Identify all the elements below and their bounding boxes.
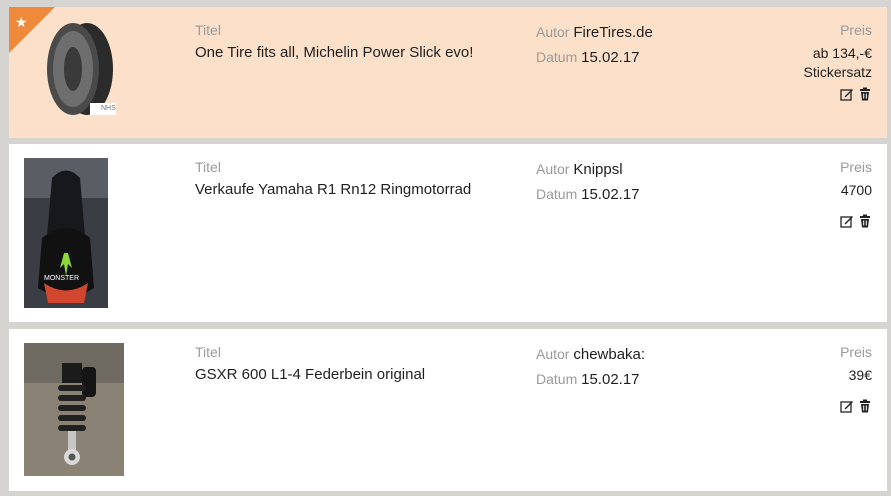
star-icon: ★ <box>15 14 28 30</box>
price-line: ab 134,-€ <box>812 45 872 61</box>
listing-image-tire[interactable]: NHS <box>35 19 125 119</box>
price-value: 4700 <box>841 181 872 200</box>
author-name[interactable]: chewbaka: <box>573 346 645 363</box>
listing-card[interactable]: MONSTER Titel Verkaufe Yamaha R1 Rn12 Ri… <box>9 144 887 322</box>
date-row: Datum 15.02.17 <box>536 49 640 66</box>
listing-title[interactable]: GSXR 600 L1-4 Federbein original <box>195 366 425 383</box>
date-label: Datum <box>536 49 578 65</box>
date-value: 15.02.17 <box>581 49 640 66</box>
author-label: Autor <box>536 346 570 362</box>
listing-title[interactable]: Verkaufe Yamaha R1 Rn12 Ringmotorrad <box>195 181 471 198</box>
listing-card-featured[interactable]: ★ NHS Titel One Tire fits all, Michelin … <box>9 7 887 138</box>
price-note: Stickersatz <box>803 64 872 80</box>
trash-icon[interactable] <box>858 214 872 228</box>
price-value: ab 134,-€ Stickersatz <box>804 44 872 82</box>
author-label: Autor <box>536 161 570 177</box>
date-value: 15.02.17 <box>581 186 640 203</box>
author-label: Autor <box>536 24 570 40</box>
author-name[interactable]: Knippsl <box>573 161 622 178</box>
edit-icon[interactable] <box>840 214 854 228</box>
bike-livery-text: MONSTER <box>44 275 79 282</box>
author-name[interactable]: FireTires.de <box>573 24 652 41</box>
title-label: Titel <box>195 22 221 38</box>
listing-card[interactable]: Titel GSXR 600 L1-4 Federbein original A… <box>9 329 887 491</box>
title-label: Titel <box>195 344 221 360</box>
date-value: 15.02.17 <box>581 371 640 388</box>
price-line: 39€ <box>848 367 872 383</box>
author-row: Autor Knippsl <box>536 161 623 178</box>
author-row: Autor FireTires.de <box>536 24 653 41</box>
edit-icon[interactable] <box>840 399 854 413</box>
title-label: Titel <box>195 159 221 175</box>
date-label: Datum <box>536 371 578 387</box>
price-label: Preis <box>840 344 872 360</box>
tire-logo-text: NHS <box>101 105 116 112</box>
price-value: 39€ <box>849 366 872 385</box>
listing-actions <box>840 399 872 413</box>
author-row: Autor chewbaka: <box>536 346 645 363</box>
trash-icon[interactable] <box>858 87 872 101</box>
date-row: Datum 15.02.17 <box>536 371 640 388</box>
listing-image-motorcycle[interactable]: MONSTER <box>24 158 108 308</box>
price-line: 4700 <box>840 182 872 198</box>
price-label: Preis <box>840 159 872 175</box>
listing-image-shock-absorber[interactable] <box>24 343 124 476</box>
trash-icon[interactable] <box>858 399 872 413</box>
listing-actions <box>840 87 872 101</box>
date-label: Datum <box>536 186 578 202</box>
listing-actions <box>840 214 872 228</box>
price-label: Preis <box>840 22 872 38</box>
listing-title[interactable]: One Tire fits all, Michelin Power Slick … <box>195 44 473 61</box>
date-row: Datum 15.02.17 <box>536 186 640 203</box>
edit-icon[interactable] <box>840 87 854 101</box>
